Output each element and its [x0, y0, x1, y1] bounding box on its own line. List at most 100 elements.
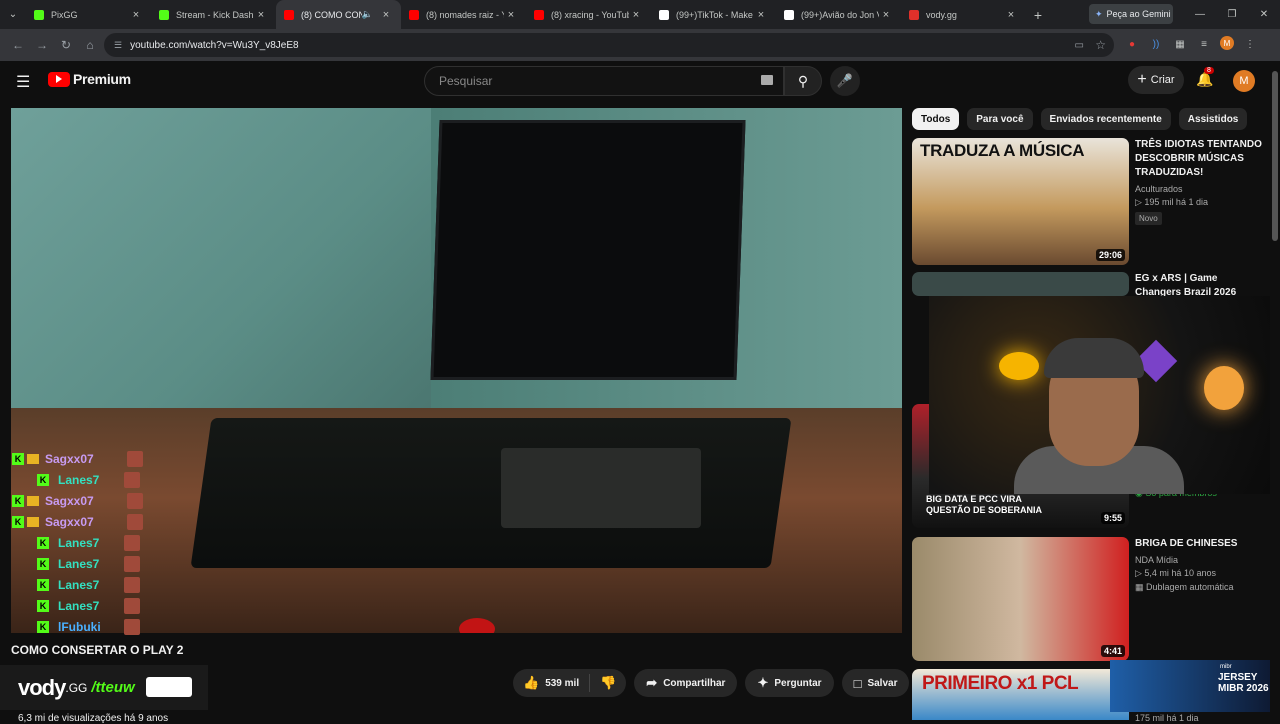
video-thumbnail[interactable]: PRIMEIRO x1 PCL	[912, 669, 1129, 720]
chat-message: K Sagxx07	[12, 448, 143, 469]
close-tab-icon[interactable]: ×	[754, 9, 768, 21]
gemini-button[interactable]: ✦ Peça ao Gemini	[1089, 4, 1173, 24]
close-tab-icon[interactable]: ×	[879, 9, 893, 21]
close-tab-icon[interactable]: ×	[379, 9, 393, 21]
new-tab-icon[interactable]: +	[1026, 7, 1050, 23]
chrome-menu-icon[interactable]: ⋮	[1242, 36, 1258, 52]
tab-kick-dashboard[interactable]: Stream - Kick Dashbo ×	[151, 0, 276, 29]
video-thumbnail[interactable]: TRADUZA A MÚSICA 29:06	[912, 138, 1129, 265]
video-title[interactable]: EG x ARS | Game Changers Brazil 2026 Eta…	[1135, 272, 1265, 296]
profile-avatar[interactable]: M	[1220, 36, 1234, 50]
video-title[interactable]: TRÊS IDIOTAS TENTANDO DESCOBRIR MÚSICAS …	[1135, 138, 1265, 180]
recommended-video[interactable]: EG x ARS | Game Changers Brazil 2026 Eta…	[912, 272, 1272, 296]
vody-mark-icon	[146, 677, 192, 697]
chat-message: K Lanes7	[12, 574, 143, 595]
channel-name[interactable]: Aculturados	[1135, 184, 1265, 194]
video-thumbnail[interactable]	[912, 272, 1129, 296]
kick-favicon-icon	[34, 9, 44, 20]
search-button[interactable]: ⚲	[784, 66, 822, 96]
chat-message: K Lanes7	[12, 469, 143, 490]
share-button[interactable]: ➦ Compartilhar	[634, 669, 738, 697]
tab-vody[interactable]: vody.gg ×	[901, 0, 1026, 29]
close-tab-icon[interactable]: ×	[629, 9, 643, 21]
chat-username: Lanes7	[58, 577, 100, 592]
sparkle-icon: ✦	[757, 675, 769, 690]
forward-icon[interactable]: →	[30, 33, 54, 57]
close-tab-icon[interactable]: ×	[129, 9, 143, 21]
keyboard-icon[interactable]	[761, 75, 773, 85]
bookmark-star-icon[interactable]: ☆	[1095, 38, 1106, 52]
scrollbar-thumb[interactable]	[1272, 71, 1278, 241]
kick-badge-icon: K	[37, 557, 49, 570]
kick-badge-icon: K	[12, 494, 24, 507]
menu-icon[interactable]: ☰	[16, 72, 30, 92]
video-player[interactable]	[11, 108, 902, 633]
kick-badge-icon: K	[37, 578, 49, 591]
page-scrollbar[interactable]	[1270, 61, 1280, 720]
close-tab-icon[interactable]: ×	[254, 9, 268, 21]
close-tab-icon[interactable]: ×	[1004, 9, 1018, 21]
premium-label: Premium	[73, 71, 131, 87]
recommended-video[interactable]: 4:41 BRIGA DE CHINESES NDA Mídia ▷ 5,4 m…	[912, 537, 1272, 661]
chip-para-voce[interactable]: Para você	[967, 108, 1033, 130]
dislike-button[interactable]: 👎	[590, 675, 626, 691]
chat-message: KlFubuki	[12, 616, 143, 637]
youtube-play-icon	[48, 71, 70, 87]
record-extension-icon[interactable]: ●	[1124, 36, 1140, 52]
chat-username: Lanes7	[58, 535, 100, 550]
tab-search-icon[interactable]: ⌄	[0, 0, 26, 29]
tab-nomades[interactable]: (8) nomades raiz - Yo ×	[401, 0, 526, 29]
like-button[interactable]: 👍 539 mil	[513, 674, 591, 692]
account-avatar[interactable]: M	[1233, 70, 1255, 92]
ask-button[interactable]: ✦ Perguntar	[745, 669, 834, 697]
save-button[interactable]: □ Salvar	[841, 669, 910, 697]
back-icon[interactable]: ←	[6, 33, 30, 57]
tab-title: (99+)Avião do Jon Vl	[801, 9, 879, 20]
chat-avatar	[127, 513, 143, 530]
search-input[interactable]: Pesquisar	[424, 66, 784, 96]
cast-icon[interactable]: ▭	[1075, 40, 1084, 51]
streamer-handle: /tteuw	[91, 679, 135, 696]
thumbnail-text: TRADUZA A MÚSICA	[920, 141, 1085, 160]
channel-name[interactable]: NDA Mídia	[1135, 555, 1265, 565]
notifications-button[interactable]: 🔔 8	[1196, 67, 1214, 88]
ask-label: Perguntar	[774, 677, 822, 689]
close-window-icon[interactable]: ✕	[1248, 0, 1280, 29]
chip-todos[interactable]: Todos	[912, 108, 960, 130]
audio-extension-icon[interactable]: ))	[1148, 36, 1164, 52]
restore-icon[interactable]: ❐	[1216, 0, 1248, 29]
create-button[interactable]: + Criar	[1128, 66, 1184, 94]
video-title: COMO CONSERTAR O PLAY 2	[11, 643, 183, 657]
tab-pixgg[interactable]: PixGG ×	[26, 0, 151, 29]
video-thumbnail[interactable]: 4:41	[912, 537, 1129, 661]
tab-youtube-active[interactable]: (8) COMO CONSE 🔈 ×	[276, 0, 401, 29]
chip-watched[interactable]: Assistidos	[1178, 108, 1248, 130]
youtube-logo[interactable]: Premium	[48, 71, 131, 87]
video-stats: ▷ 195 mil há 1 dia	[1135, 197, 1265, 208]
gemini-icon: ✦	[1095, 8, 1103, 19]
video-stats-text: 5,4 mi há 10 anos	[1144, 568, 1216, 578]
kick-badge-icon: K	[37, 536, 49, 549]
media-queue-icon[interactable]: ≡	[1196, 36, 1212, 52]
close-tab-icon[interactable]: ×	[504, 9, 518, 21]
speaker-icon[interactable]: 🔈	[362, 9, 373, 20]
address-bar[interactable]: ☰ youtube.com/watch?v=Wu3Y_v8JeE8 ▭ ☆	[104, 33, 1114, 57]
home-icon[interactable]: ⌂	[78, 33, 102, 57]
reload-icon[interactable]: ↻	[54, 33, 78, 57]
site-info-icon[interactable]: ☰	[114, 40, 122, 51]
chat-avatar	[124, 555, 140, 572]
tab-tiktok[interactable]: (99+)TikTok - Make Y ×	[651, 0, 776, 29]
minimize-icon[interactable]: —	[1184, 0, 1216, 29]
kick-badge-icon: K	[37, 620, 49, 633]
gift-badge-icon	[27, 453, 39, 464]
tab-xracing[interactable]: (8) xracing - YouTube ×	[526, 0, 651, 29]
chip-recent[interactable]: Enviados recentemente	[1040, 108, 1171, 130]
extensions-puzzle-icon[interactable]: ▦	[1172, 36, 1188, 52]
tab-tiktok-2[interactable]: (99+)Avião do Jon Vl ×	[776, 0, 901, 29]
stream-chat-overlay: K Sagxx07 K Lanes7 K Sagxx07 K Sagxx07 K Lane…	[12, 448, 143, 637]
url-text: youtube.com/watch?v=Wu3Y_v8JeE8	[130, 39, 299, 51]
video-title[interactable]: BRIGA DE CHINESES	[1135, 537, 1265, 551]
gift-badge-icon	[27, 495, 39, 506]
recommended-video[interactable]: TRADUZA A MÚSICA 29:06 TRÊS IDIOTAS TENT…	[912, 138, 1272, 265]
voice-search-button[interactable]: 🎤	[830, 66, 860, 96]
